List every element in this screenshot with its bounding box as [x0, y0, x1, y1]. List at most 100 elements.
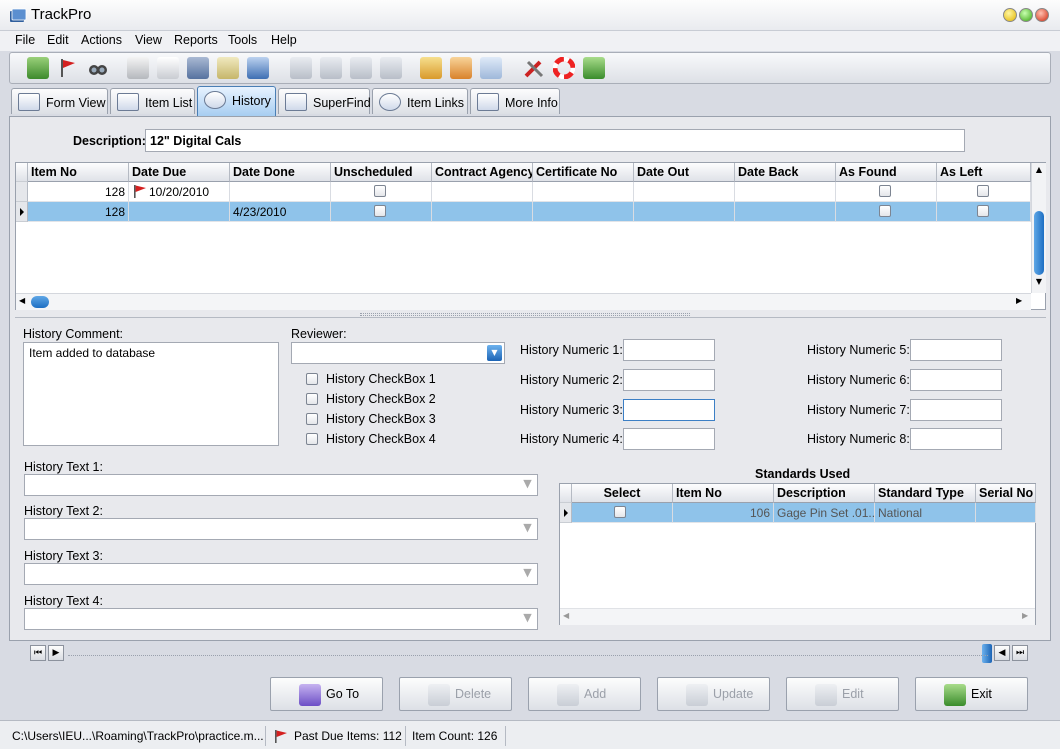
description-field[interactable]: 12" Digital Cals: [145, 129, 965, 152]
exit-door-icon[interactable]: [583, 57, 605, 79]
chevron-down-icon[interactable]: ▼: [520, 611, 535, 627]
notebook-icon[interactable]: [247, 57, 269, 79]
select-checkbox[interactable]: [614, 506, 626, 518]
scroll-down-icon[interactable]: ▼: [1033, 277, 1045, 287]
export-icon[interactable]: [450, 57, 472, 79]
row-header-current[interactable]: [16, 202, 28, 222]
table-row-selected[interactable]: 106 Gage Pin Set .01... National: [572, 503, 1036, 523]
splitter-handle[interactable]: [360, 313, 690, 316]
history-text-1-combo[interactable]: ▼: [24, 474, 538, 496]
col-date-due[interactable]: Date Due: [129, 163, 230, 182]
scroll-thumb[interactable]: [31, 296, 49, 308]
history-numeric-4-input[interactable]: [623, 428, 715, 450]
delete-button[interactable]: Delete: [399, 677, 512, 711]
chevron-down-icon[interactable]: ▼: [487, 345, 502, 361]
help-lifebuoy-icon[interactable]: [552, 56, 576, 80]
binoculars-icon[interactable]: [87, 57, 109, 79]
tab-form-view[interactable]: Form View: [11, 88, 108, 114]
delete-record-icon[interactable]: [320, 57, 342, 79]
save-record-icon[interactable]: [380, 57, 402, 79]
unscheduled-checkbox[interactable]: [374, 185, 386, 197]
tools-icon[interactable]: [523, 57, 545, 79]
tab-more-info[interactable]: More Info: [470, 88, 560, 114]
history-grid-vertical-scrollbar[interactable]: ▲ ▼: [1031, 163, 1046, 293]
menu-actions[interactable]: Actions: [81, 33, 122, 47]
database-icon[interactable]: [187, 57, 209, 79]
as-found-checkbox[interactable]: [879, 205, 891, 217]
row-header[interactable]: [16, 182, 28, 202]
report-icon[interactable]: [480, 57, 502, 79]
history-text-2-combo[interactable]: ▼: [24, 518, 538, 540]
col-item-no[interactable]: Item No: [28, 163, 129, 182]
tab-item-links[interactable]: Item Links: [372, 88, 468, 114]
col-date-out[interactable]: Date Out: [634, 163, 735, 182]
scroll-left-icon[interactable]: ◀: [19, 296, 25, 305]
history-checkbox-2[interactable]: [306, 393, 318, 405]
col-as-found[interactable]: As Found: [836, 163, 937, 182]
import-icon[interactable]: [420, 57, 442, 79]
col-as-left[interactable]: As Left: [937, 163, 1031, 182]
add-button[interactable]: Add: [528, 677, 641, 711]
history-numeric-3-input[interactable]: [623, 399, 715, 421]
tab-superfind[interactable]: SuperFind: [278, 88, 371, 114]
col-date-back[interactable]: Date Back: [735, 163, 836, 182]
as-left-checkbox[interactable]: [977, 185, 989, 197]
next-record-icon[interactable]: ◀: [994, 645, 1010, 661]
history-checkbox-4[interactable]: [306, 433, 318, 445]
tab-history[interactable]: History: [197, 86, 276, 116]
last-record-icon[interactable]: ⏭: [1012, 645, 1028, 661]
as-found-checkbox[interactable]: [879, 185, 891, 197]
previous-record-icon[interactable]: ▶: [48, 645, 64, 661]
chevron-down-icon[interactable]: ▼: [520, 566, 535, 582]
minimize-button[interactable]: [1003, 8, 1017, 22]
col-standard-type[interactable]: Standard Type: [875, 484, 976, 503]
flag-icon[interactable]: [57, 57, 79, 79]
history-numeric-2-input[interactable]: [623, 369, 715, 391]
exit-button[interactable]: Exit: [915, 677, 1028, 711]
standards-horizontal-scrollbar[interactable]: ◀ ▶: [560, 608, 1035, 625]
edit-button[interactable]: Edit: [786, 677, 899, 711]
row-header-current[interactable]: [560, 503, 572, 523]
col-item-no[interactable]: Item No: [673, 484, 774, 503]
history-grid-horizontal-scrollbar[interactable]: ◀ ▶: [16, 293, 1031, 310]
scroll-up-icon[interactable]: ▲: [1033, 165, 1045, 175]
chevron-down-icon[interactable]: ▼: [520, 477, 535, 493]
col-description[interactable]: Description: [774, 484, 875, 503]
unscheduled-checkbox[interactable]: [374, 205, 386, 217]
chevron-down-icon[interactable]: ▼: [520, 521, 535, 537]
first-record-icon[interactable]: ⏮: [30, 645, 46, 661]
col-certificate-no[interactable]: Certificate No: [533, 163, 634, 182]
history-comment-textarea[interactable]: Item added to database: [23, 342, 279, 446]
scroll-right-icon[interactable]: ▶: [1016, 296, 1022, 305]
add-record-icon[interactable]: [290, 57, 312, 79]
col-date-done[interactable]: Date Done: [230, 163, 331, 182]
table-row-selected[interactable]: 128 4/23/2010: [28, 202, 1031, 222]
history-checkbox-1[interactable]: [306, 373, 318, 385]
history-numeric-6-input[interactable]: [910, 369, 1002, 391]
close-button[interactable]: [1035, 8, 1049, 22]
scroll-right-icon[interactable]: ▶: [1022, 611, 1028, 620]
reviewer-dropdown[interactable]: ▼: [291, 342, 505, 364]
ruler-icon[interactable]: [217, 57, 239, 79]
menu-reports[interactable]: Reports: [174, 33, 218, 47]
table-row[interactable]: 128 10/20/2010: [28, 182, 1031, 202]
history-numeric-5-input[interactable]: [910, 339, 1002, 361]
database-go-icon[interactable]: [27, 57, 49, 79]
scroll-thumb[interactable]: [1034, 211, 1044, 275]
menu-tools[interactable]: Tools: [228, 33, 257, 47]
history-checkbox-3[interactable]: [306, 413, 318, 425]
history-numeric-7-input[interactable]: [910, 399, 1002, 421]
record-slider-track[interactable]: [68, 655, 988, 659]
history-numeric-8-input[interactable]: [910, 428, 1002, 450]
update-button[interactable]: Update: [657, 677, 770, 711]
col-contract-agency[interactable]: Contract Agency: [432, 163, 533, 182]
menu-view[interactable]: View: [135, 33, 162, 47]
col-serial-no[interactable]: Serial No: [976, 484, 1036, 503]
history-numeric-1-input[interactable]: [623, 339, 715, 361]
document-icon[interactable]: [157, 57, 179, 79]
printer-icon[interactable]: [127, 57, 149, 79]
history-text-4-combo[interactable]: ▼: [24, 608, 538, 630]
history-text-3-combo[interactable]: ▼: [24, 563, 538, 585]
menu-help[interactable]: Help: [271, 33, 297, 47]
record-slider-thumb[interactable]: [982, 644, 992, 663]
